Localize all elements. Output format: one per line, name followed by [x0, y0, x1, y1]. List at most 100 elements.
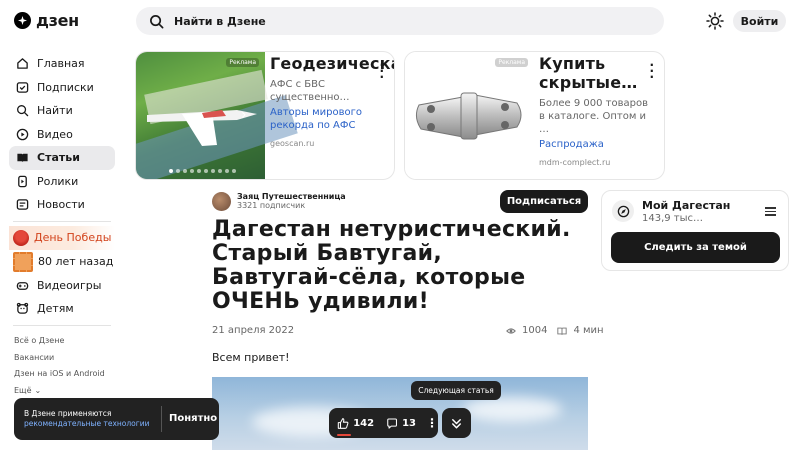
footer-links: Всё о Дзене Вакансии Дзен на iOS и Andro…	[9, 333, 115, 399]
footer-link-jobs[interactable]: Вакансии	[14, 349, 115, 366]
ad-link[interactable]: Распродажа	[539, 138, 656, 151]
sidebar-item-label: Видеоигры	[37, 278, 102, 292]
ad-description: Более 9 000 товаров в каталоге. Оптом и …	[539, 98, 648, 135]
ad-title[interactable]: Геодезическая…	[270, 54, 394, 73]
subscriptions-icon	[16, 81, 29, 93]
article-stats: 1004 4 мин	[506, 325, 604, 336]
logo[interactable]: дзен	[14, 11, 79, 30]
ad-body: Геодезическая… АФС с БВС существенно… Ав…	[270, 54, 394, 148]
topic-card: Мой Дагестан 143,9 тыс… Следить за темой	[601, 190, 789, 271]
subscribe-button[interactable]: Подписаться	[500, 190, 588, 213]
cookie-link[interactable]: рекомендательные технологии	[24, 419, 149, 429]
sidebar: Главная Подписки Найти Видео Статьи Роли…	[9, 52, 115, 399]
sidebar-divider	[13, 220, 111, 222]
sidebar-item-label: Ролики	[37, 174, 79, 188]
carousel-next-icon[interactable]: ›	[241, 107, 247, 123]
next-article-tooltip: Следующая статья	[411, 381, 501, 400]
more-vertical-icon[interactable]: · · ·	[379, 59, 384, 83]
sidebar-item-videogames[interactable]: Видеоигры	[9, 274, 115, 298]
sidebar-item-video[interactable]: Видео	[9, 123, 115, 147]
search-icon	[17, 105, 29, 117]
reactions-bar: 142 13 ⋮	[329, 408, 438, 438]
author-name[interactable]: Заяц Путешественница	[237, 192, 346, 201]
carnation-icon	[13, 229, 29, 246]
search-icon	[150, 14, 164, 28]
home-icon	[17, 58, 28, 70]
sidebar-item-subscriptions[interactable]: Подписки	[9, 76, 115, 100]
theme-toggle-sun-icon[interactable]	[706, 12, 724, 30]
sidebar-item-80-years-ago[interactable]: 80 лет назад	[9, 250, 115, 274]
sidebar-item-label: Детям	[37, 302, 74, 316]
next-article-button[interactable]	[442, 408, 471, 438]
ad-label: Реклама	[495, 58, 528, 67]
footer-link-apps[interactable]: Дзен на iOS и Android	[14, 366, 115, 383]
author-block[interactable]: Заяц Путешественница 3321 подписчик	[212, 192, 346, 211]
sidebar-item-shorts[interactable]: Ролики	[9, 170, 115, 194]
chevron-down-icon: ⌄	[34, 385, 42, 395]
sidebar-item-articles[interactable]: Статьи	[9, 146, 115, 170]
sidebar-item-label: Подписки	[37, 80, 94, 94]
double-chevron-down-icon	[452, 418, 461, 428]
sidebar-item-victory-day[interactable]: День Победы	[9, 225, 115, 250]
book-icon	[557, 327, 568, 335]
hinge-illustration	[415, 92, 522, 140]
article-title: Дагестан нетуристический. Старый Бавтуга…	[212, 217, 571, 314]
search-input[interactable]: Найти в Дзене	[136, 7, 664, 35]
comments-count: 13	[402, 417, 416, 429]
ad-body: Купить скрытые… Более 9 000 товаров в ка…	[539, 54, 656, 167]
sidebar-item-label: Найти	[37, 104, 73, 118]
cookie-divider	[161, 406, 162, 432]
ad-image-drone: Реклама ›	[136, 52, 265, 179]
footer-link-more[interactable]: Ещё ⌄	[14, 382, 115, 399]
sidebar-item-label: Новости	[37, 198, 85, 212]
ad-label: Реклама	[226, 58, 259, 67]
login-button[interactable]: Войти	[733, 10, 786, 32]
articles-icon	[17, 154, 28, 163]
search-placeholder: Найти в Дзене	[174, 14, 266, 28]
article-date: 21 апреля 2022	[212, 325, 295, 336]
sidebar-item-label: 80 лет назад	[38, 255, 114, 268]
avatar[interactable]	[212, 192, 231, 211]
footer-link-about[interactable]: Всё о Дзене	[14, 333, 115, 350]
sidebar-item-label: Статьи	[37, 151, 80, 165]
author-subscribers: 3321 подписчик	[237, 201, 306, 210]
ad-description: АФС с БВС существенно…	[270, 79, 350, 103]
ad-domain: geoscan.ru	[270, 139, 315, 148]
cookie-accept-button[interactable]: Понятно	[169, 413, 217, 424]
stamp-icon	[13, 251, 33, 272]
compass-icon	[612, 200, 634, 222]
sidebar-divider	[13, 324, 111, 326]
kids-icon	[16, 303, 29, 315]
comment-icon[interactable]	[386, 417, 398, 430]
menu-icon[interactable]	[765, 207, 776, 218]
like-indicator	[337, 434, 351, 436]
topic-count: 143,9 тыс…	[642, 213, 704, 224]
dzen-logo-icon	[14, 12, 31, 29]
article-paragraph: Всем привет!	[212, 351, 290, 364]
ad-title[interactable]: Купить скрытые…	[539, 54, 656, 92]
ad-card[interactable]: Реклама › Геодезическая… АФС с БВС сущес…	[135, 51, 395, 180]
ad-link[interactable]: Авторы мирового рекорда по АФС	[270, 106, 386, 132]
logo-text: дзен	[36, 11, 79, 30]
more-vertical-icon[interactable]: · · ·	[649, 59, 654, 83]
likes-count: 142	[353, 417, 375, 429]
read-time: 4 мин	[573, 325, 604, 336]
sidebar-item-label: Видео	[37, 127, 73, 141]
more-vertical-icon[interactable]: ⋮	[426, 416, 438, 430]
shorts-icon	[18, 175, 27, 188]
sidebar-item-home[interactable]: Главная	[9, 52, 115, 76]
video-icon	[16, 128, 29, 141]
eye-icon	[506, 327, 516, 334]
sidebar-item-kids[interactable]: Детям	[9, 297, 115, 321]
sidebar-item-search[interactable]: Найти	[9, 99, 115, 123]
sidebar-item-news[interactable]: Новости	[9, 193, 115, 217]
follow-topic-button[interactable]: Следить за темой	[611, 232, 780, 263]
sidebar-item-label: Главная	[37, 57, 85, 71]
sidebar-item-label: День Победы	[34, 231, 112, 244]
ad-card[interactable]: Реклама Купить скрытые… Более 9 000 това…	[404, 51, 665, 180]
cookie-message: В Дзене применяются	[24, 409, 112, 418]
views-count: 1004	[522, 325, 548, 336]
like-icon[interactable]	[337, 417, 349, 430]
footer-link-more-label: Ещё	[14, 385, 32, 395]
topic-name[interactable]: Мой Дагестан	[642, 199, 730, 212]
